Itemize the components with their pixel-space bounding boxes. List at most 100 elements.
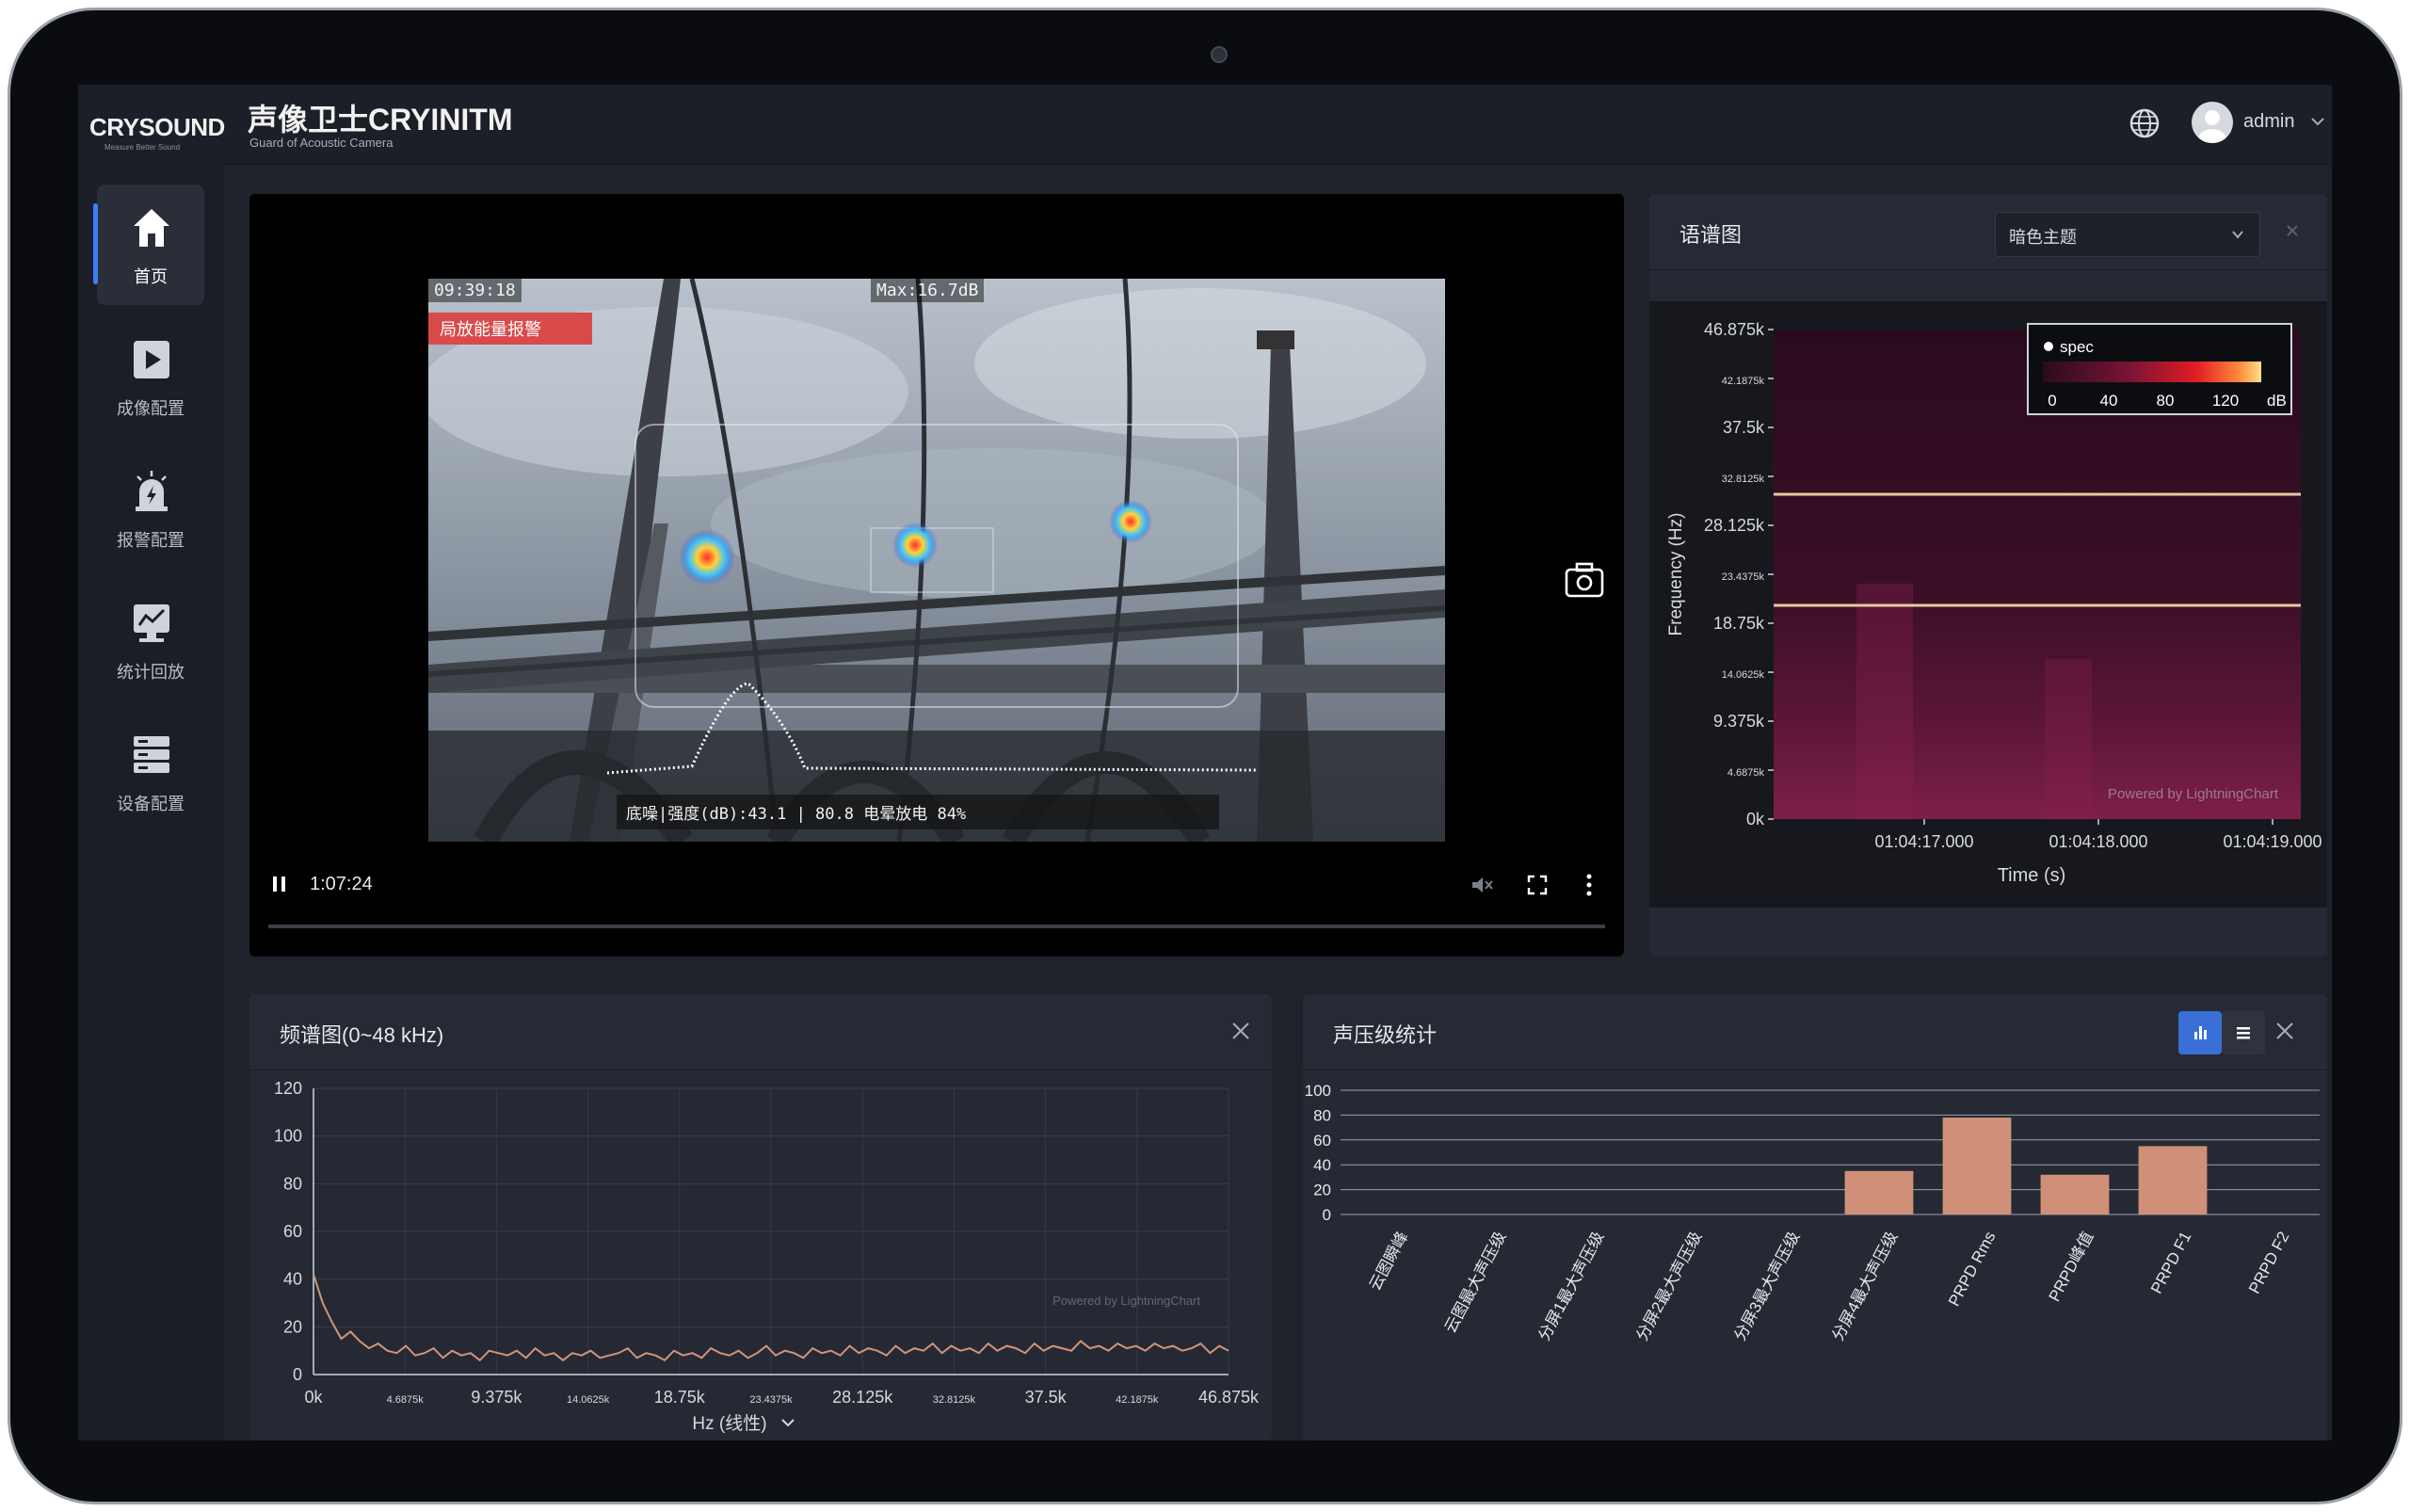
avatar[interactable] — [2192, 102, 2233, 143]
username[interactable]: admin — [2243, 111, 2294, 133]
user-icon — [2198, 110, 2226, 143]
freq-xtick-label: 42.1875k — [1116, 1394, 1159, 1406]
spectrogram-panel: 语谱图 暗色主题 46.875k 37.5k 28.125k 18.75k 9.… — [1649, 194, 2327, 957]
spl-category-label: 云图最大声压级 — [1441, 1229, 1510, 1336]
spectrogram-xtick-label: 01:04:18.000 — [2048, 832, 2147, 851]
fullscreen-icon[interactable] — [1526, 874, 1549, 896]
language-globe-icon[interactable] — [2127, 105, 2162, 141]
osd-max-level: Max:16.7dB — [871, 279, 985, 302]
spl-bar[interactable] — [2138, 1146, 2208, 1214]
spectrogram-chart: 46.875k 37.5k 28.125k 18.75k 9.375k 0k 42.1875… — [1649, 301, 2327, 908]
chevron-down-icon[interactable] — [781, 1419, 795, 1427]
camera-snapshot-icon[interactable] — [1564, 561, 1605, 599]
sound-pressure-panel: 声压级统计 0 20 40 60 80 100 云图瞬峰 云图最大声压级 分屏1… — [1303, 994, 2327, 1440]
panel-header: 频谱图(0~48 kHz) — [249, 994, 1272, 1070]
spectrogram-ylabel: Frequency (Hz) — [1666, 513, 1686, 636]
panel-title: 声压级统计 — [1333, 1023, 1438, 1047]
top-bar: CRYSOUND Measure Better Sound 声像卫士CRYINI… — [78, 85, 2332, 165]
spectrogram-ytick-label: 9.375k — [1713, 712, 1765, 731]
acoustic-camera-view[interactable]: 09:39:18 Max:16.7dB 局放能量报警 底噪|强度(dB):43.… — [428, 279, 1445, 842]
freq-ytick-label: 120 — [274, 1079, 302, 1098]
sidebar-item-imaging-config[interactable]: 成像配置 — [97, 316, 204, 437]
spectrogram-ytick-label: 4.6875k — [1727, 767, 1765, 779]
spl-category-label: 云图瞬峰 — [1366, 1229, 1412, 1294]
freq-xtick-label: 32.8125k — [933, 1394, 976, 1406]
bar-view-button[interactable] — [2178, 1011, 2222, 1054]
product-subtitle: Guard of Acoustic Camera — [249, 136, 394, 150]
home-icon — [134, 209, 169, 247]
close-icon[interactable] — [1229, 1019, 1253, 1043]
spl-category-label: PRPD Rms — [1945, 1229, 2000, 1310]
spl-bar-chart: 0 20 40 60 80 100 云图瞬峰 云图最大声压级 分屏1最大声压级 分屏2最大声压级… — [1305, 1082, 2320, 1343]
spectrogram-legend: spec 0 40 80 120 dB — [2027, 323, 2292, 415]
freq-xtick-label: 28.125k — [832, 1388, 893, 1407]
pause-icon[interactable] — [270, 874, 289, 894]
frequency-spectrum-panel: 频谱图(0~48 kHz) 0 20 40 60 80 100 120 0k 9.375k 18… — [249, 994, 1272, 1440]
chevron-down-icon[interactable] — [2309, 113, 2326, 130]
play-square-icon — [134, 341, 169, 378]
close-icon[interactable] — [2273, 1019, 2297, 1043]
spl-ytick-label: 0 — [1323, 1206, 1331, 1224]
freq-xtick-label: 14.0625k — [567, 1394, 610, 1406]
spl-category-label: PRPD峰值 — [2046, 1229, 2097, 1305]
freq-ytick-label: 60 — [283, 1222, 302, 1241]
spl-category-label: PRPD F2 — [2245, 1229, 2292, 1296]
spl-category-label: 分屏3最大声压级 — [1730, 1229, 1803, 1343]
sidebar-item-label: 统计回放 — [117, 663, 185, 682]
chart-monitor-icon — [134, 604, 169, 642]
spl-category-label: 分屏1最大声压级 — [1534, 1229, 1607, 1343]
video-progress-bar[interactable] — [268, 925, 1605, 928]
sidebar-item-stats-playback[interactable]: 统计回放 — [97, 580, 204, 700]
product-title: 声像卫士CRYINITM — [248, 103, 513, 137]
spl-ytick-label: 60 — [1313, 1132, 1331, 1150]
spl-bar[interactable] — [1942, 1118, 2012, 1214]
video-panel: 09:39:18 Max:16.7dB 局放能量报警 底噪|强度(dB):43.… — [249, 194, 1624, 957]
panel-title: 频谱图(0~48 kHz) — [280, 1023, 444, 1047]
frequency-chart: 0 20 40 60 80 100 120 0k 9.375k 18.75k 28.125k 37.… — [274, 1079, 1260, 1434]
spectrogram-ytick-label: 0k — [1746, 810, 1765, 828]
spectrogram-ytick-label: 18.75k — [1713, 614, 1765, 633]
spl-ytick-label: 100 — [1305, 1082, 1331, 1100]
spectrogram-ytick-label: 42.1875k — [1722, 376, 1765, 387]
osd-status-bar: 底噪|强度(dB):43.1 | 80.8 电晕放电 84% — [617, 795, 1219, 829]
close-icon[interactable] — [2280, 218, 2305, 243]
freq-ytick-label: 100 — [274, 1127, 302, 1146]
frequency-xlabel[interactable]: Hz (线性) — [692, 1413, 766, 1434]
spectrogram-ytick-label: 14.0625k — [1722, 669, 1765, 681]
theme-select[interactable]: 暗色主题 — [1995, 212, 2260, 257]
app-screen: CRYSOUND Measure Better Sound 声像卫士CRYINI… — [78, 85, 2332, 1440]
osd-timestamp: 09:39:18 — [428, 279, 522, 302]
front-camera — [1211, 46, 1228, 63]
spectrogram-ytick-label: 32.8125k — [1722, 474, 1765, 485]
spl-bar[interactable] — [2040, 1174, 2110, 1214]
legend-tick-label: 80 — [2157, 392, 2175, 410]
panel-header: 声压级统计 — [1303, 994, 2327, 1070]
sidebar: 首页 成像配置 报警配置 统计回放 设备配置 — [78, 164, 225, 1440]
spl-ytick-label: 20 — [1313, 1182, 1331, 1199]
spl-bar[interactable] — [1844, 1170, 1914, 1214]
spl-ytick-label: 40 — [1313, 1156, 1331, 1174]
more-vertical-icon[interactable] — [1584, 872, 1594, 898]
sidebar-item-label: 设备配置 — [117, 795, 185, 813]
watermark: Powered by LightningChart — [2108, 786, 2279, 802]
sidebar-item-label: 首页 — [134, 267, 168, 286]
spectrogram-ytick-label: 28.125k — [1704, 516, 1765, 535]
osd-alarm-badge: 局放能量报警 — [428, 313, 592, 345]
brand-logo: CRYSOUND — [89, 113, 225, 141]
sidebar-item-home[interactable]: 首页 — [93, 185, 204, 305]
server-icon — [134, 736, 169, 773]
freq-xtick-label: 9.375k — [471, 1388, 522, 1407]
playback-time: 1:07:24 — [310, 874, 373, 894]
panel-header: 语谱图 暗色主题 — [1649, 194, 2327, 270]
legend-tick-label: 40 — [2100, 392, 2118, 410]
freq-xtick-label: 4.6875k — [387, 1394, 425, 1406]
sidebar-item-alarm-config[interactable]: 报警配置 — [97, 448, 204, 569]
freq-xtick-label: 0k — [304, 1388, 323, 1407]
sidebar-item-device-config[interactable]: 设备配置 — [97, 712, 204, 832]
spectrogram-ytick-label: 23.4375k — [1722, 571, 1765, 583]
spectrogram-xlabel: Time (s) — [1998, 865, 2066, 886]
list-view-button[interactable] — [2222, 1011, 2265, 1054]
mute-icon[interactable] — [1470, 874, 1494, 896]
sidebar-item-label: 报警配置 — [117, 531, 185, 550]
list-icon — [2237, 1027, 2250, 1039]
